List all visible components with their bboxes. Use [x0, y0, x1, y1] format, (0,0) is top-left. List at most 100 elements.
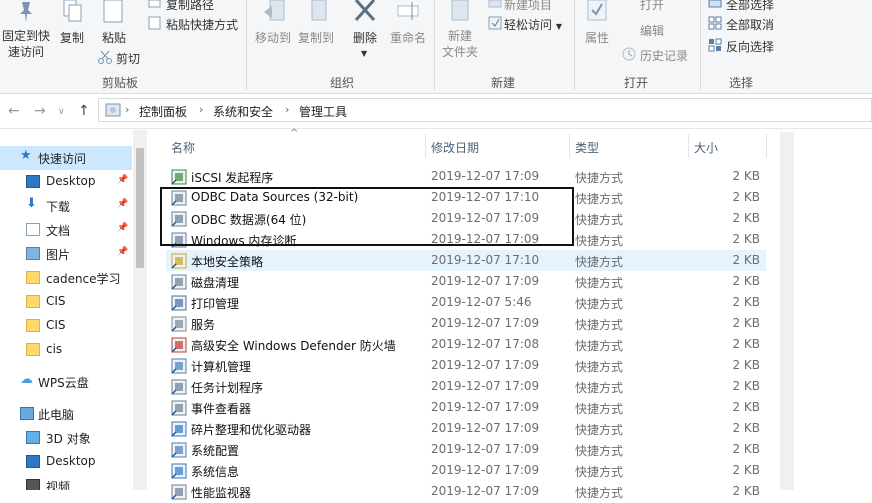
- file-row[interactable]: 系统配置 2019-12-07 17:09 快捷方式 2 KB: [166, 439, 766, 460]
- pin-icon[interactable]: 📌: [117, 175, 128, 185]
- pin-icon[interactable]: 📌: [117, 223, 128, 233]
- shortcut-file-icon: [171, 169, 187, 185]
- nav-item[interactable]: ⬇ 下载 📌: [0, 194, 132, 218]
- select-all-button[interactable]: 全部选择: [726, 0, 774, 13]
- column-name[interactable]: 名称: [171, 139, 195, 156]
- file-list-scrollbar[interactable]: [780, 132, 794, 490]
- control-panel-icon: [105, 103, 121, 117]
- file-size: 2 KB: [732, 442, 760, 456]
- history-button[interactable]: 历史记录: [640, 47, 688, 64]
- pin-icon[interactable]: 📌: [117, 199, 128, 209]
- cloud-icon: ☁: [20, 372, 33, 387]
- file-name: 系统信息: [191, 465, 240, 479]
- file-row[interactable]: 计算机管理 2019-12-07 17:09 快捷方式 2 KB: [166, 355, 766, 376]
- nav-item[interactable]: cadence学习: [0, 266, 132, 290]
- file-row[interactable]: iSCSI 发起程序 2019-12-07 17:09 快捷方式 2 KB: [166, 166, 766, 187]
- nav-item[interactable]: 3D 对象: [0, 426, 132, 450]
- easy-access-button[interactable]: 轻松访问 ▼: [504, 16, 562, 33]
- select-none-button[interactable]: 全部取消: [726, 16, 774, 33]
- select-all-icon: [708, 0, 722, 8]
- column-date[interactable]: 修改日期: [431, 139, 479, 156]
- file-row[interactable]: 服务 2019-12-07 17:09 快捷方式 2 KB: [166, 313, 766, 334]
- file-row[interactable]: 高级安全 Windows Defender 防火墙 2019-12-07 17:0…: [166, 334, 766, 355]
- file-row[interactable]: 打印管理 2019-12-07 5:46 快捷方式 2 KB: [166, 292, 766, 313]
- file-date: 2019-12-07 17:09: [431, 484, 540, 498]
- nav-item[interactable]: 图片 📌: [0, 242, 132, 266]
- column-type[interactable]: 类型: [575, 139, 599, 156]
- folder-icon: [26, 295, 40, 308]
- file-row[interactable]: 事件查看器 2019-12-07 17:09 快捷方式 2 KB: [166, 397, 766, 418]
- computer-icon: [20, 407, 34, 420]
- chevron-right-icon: ›: [125, 103, 130, 116]
- breadcrumb-system-security[interactable]: 系统和安全: [213, 103, 273, 120]
- open-group-label: 打开: [624, 76, 649, 90]
- up-arrow-icon[interactable]: ↑: [78, 103, 90, 119]
- file-size: 2 KB: [732, 253, 760, 267]
- shortcut-file-icon: [171, 442, 187, 458]
- file-type: 快捷方式: [575, 423, 624, 437]
- column-headers: ^ 名称 修改日期 类型 大小: [166, 128, 767, 158]
- file-size: 2 KB: [732, 295, 760, 309]
- nav-item[interactable]: cis: [0, 338, 132, 362]
- file-name: 任务计划程序: [191, 381, 264, 395]
- nav-item[interactable]: Desktop: [0, 450, 132, 474]
- edit-button[interactable]: 编辑: [640, 22, 664, 39]
- shortcut-file-icon: [171, 358, 187, 374]
- column-divider[interactable]: [425, 134, 426, 158]
- shortcut-file-icon: [171, 316, 187, 332]
- file-date: 2019-12-07 17:09: [431, 274, 540, 288]
- copy-to-icon: [311, 0, 327, 21]
- column-divider[interactable]: [688, 134, 689, 158]
- pin-icon[interactable]: 📌: [117, 247, 128, 257]
- forward-arrow-icon[interactable]: →: [34, 103, 46, 119]
- new-item-button[interactable]: 新建项目: [504, 0, 552, 13]
- file-name: 性能监视器: [191, 486, 252, 500]
- nav-item[interactable]: ★ 快速访问: [0, 146, 132, 170]
- new-group-label: 新建: [491, 76, 516, 90]
- column-size[interactable]: 大小: [694, 139, 718, 156]
- nav-item[interactable]: CIS: [0, 314, 132, 338]
- column-divider[interactable]: [766, 134, 767, 158]
- nav-scrollbar-thumb[interactable]: [136, 148, 144, 268]
- scissors-icon: [98, 50, 112, 64]
- file-row[interactable]: 本地安全策略 2019-12-07 17:10 快捷方式 2 KB: [166, 250, 766, 271]
- file-type: 快捷方式: [575, 297, 624, 311]
- file-size: 2 KB: [732, 316, 760, 330]
- file-row[interactable]: 碎片整理和优化驱动器 2019-12-07 17:09 快捷方式 2 KB: [166, 418, 766, 439]
- file-type: 快捷方式: [575, 444, 624, 458]
- column-divider[interactable]: [569, 134, 570, 158]
- cut-button[interactable]: 剪切: [116, 50, 140, 67]
- rename-icon: [397, 2, 419, 20]
- invert-selection-button[interactable]: 反向选择: [726, 38, 774, 55]
- copy-path-button[interactable]: 复制路径: [166, 0, 214, 13]
- recent-chevron-icon[interactable]: ∨: [58, 107, 65, 117]
- nav-item[interactable]: 视频: [0, 474, 132, 490]
- nav-item[interactable]: 此电脑: [0, 402, 132, 426]
- file-name: 系统配置: [191, 444, 240, 458]
- nav-item[interactable]: Desktop 📌: [0, 170, 132, 194]
- ribbon: 固定到快 速访问 复制 粘贴 复制路径 粘贴快捷方式 剪切 剪贴板 移动到 复制…: [0, 0, 872, 94]
- breadcrumb-admin-tools[interactable]: 管理工具: [299, 103, 347, 120]
- address-field[interactable]: › 控制面板 › 系统和安全 › 管理工具: [98, 98, 872, 122]
- open-button[interactable]: 打开: [640, 0, 664, 13]
- nav-item[interactable]: ☁ WPS云盘: [0, 370, 132, 394]
- file-type: 快捷方式: [575, 381, 624, 395]
- back-arrow-icon[interactable]: ←: [8, 103, 20, 119]
- file-type: 快捷方式: [575, 339, 624, 353]
- new-item-icon: [488, 0, 502, 8]
- file-row[interactable]: 任务计划程序 2019-12-07 17:09 快捷方式 2 KB: [166, 376, 766, 397]
- file-type: 快捷方式: [575, 255, 624, 269]
- paste-shortcut-button[interactable]: 粘贴快捷方式: [166, 16, 238, 33]
- file-type: 快捷方式: [575, 465, 624, 479]
- breadcrumb-control-panel[interactable]: 控制面板: [139, 103, 187, 120]
- file-row[interactable]: 系统信息 2019-12-07 17:09 快捷方式 2 KB: [166, 460, 766, 481]
- nav-item[interactable]: 文档 📌: [0, 218, 132, 242]
- file-row[interactable]: 磁盘清理 2019-12-07 17:09 快捷方式 2 KB: [166, 271, 766, 292]
- star-icon: ★: [20, 148, 32, 163]
- nav-item-label: 此电脑: [38, 408, 75, 422]
- file-date: 2019-12-07 17:09: [431, 421, 540, 435]
- file-size: 2 KB: [732, 211, 760, 225]
- nav-item[interactable]: CIS: [0, 290, 132, 314]
- file-row[interactable]: 性能监视器 2019-12-07 17:09 快捷方式 2 KB: [166, 481, 766, 502]
- folder-icon: [26, 319, 40, 332]
